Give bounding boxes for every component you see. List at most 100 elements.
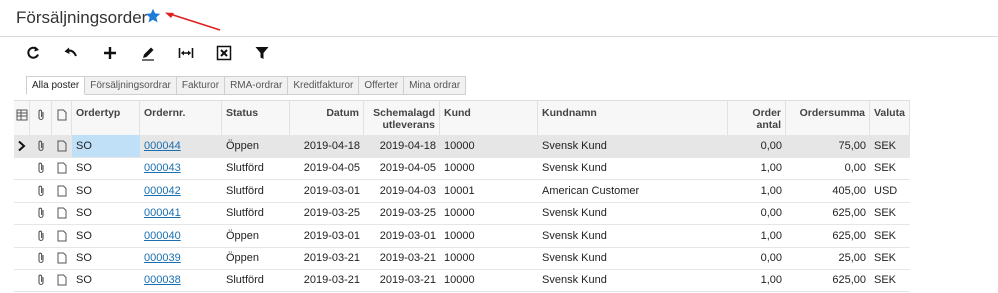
- ordernr-link[interactable]: 000042: [144, 185, 181, 197]
- tab-kreditfakturor[interactable]: Kreditfakturor: [288, 76, 360, 95]
- ordernr-link[interactable]: 000038: [140, 269, 222, 291]
- note-icon[interactable]: [56, 252, 68, 264]
- datum-cell: 2019-03-21: [303, 252, 360, 264]
- status-cell: Öppen: [226, 140, 260, 152]
- paperclip-icon[interactable]: [35, 140, 47, 152]
- ordertyp-cell: SO: [76, 252, 92, 264]
- schemalagd-cell: 2019-03-21: [379, 274, 436, 287]
- ordernr-link[interactable]: 000041: [144, 207, 181, 219]
- fit-columns-button[interactable]: [177, 44, 195, 62]
- add-button[interactable]: [101, 44, 119, 62]
- grid-header: Ordertyp Ordernr. Status Datum Schemalag…: [14, 100, 910, 136]
- note-icon[interactable]: [56, 140, 68, 152]
- ordertyp-cell: SO: [76, 207, 92, 220]
- table-row[interactable]: SO 000044 Öppen 2019-04-18 2019-04-18 10000 Sv…: [14, 135, 910, 158]
- kund-cell: 10000: [444, 162, 475, 175]
- schemalagd-cell: 2019-03-01: [379, 229, 436, 242]
- undo-button[interactable]: [62, 44, 80, 62]
- valuta-cell: SEK: [874, 229, 897, 242]
- column-header-ordertyp[interactable]: Ordertyp: [72, 101, 140, 135]
- column-header-ordernr[interactable]: Ordernr.: [140, 101, 222, 135]
- ordernr-link[interactable]: 000040: [140, 225, 222, 247]
- kund-cell: 10000: [444, 252, 475, 264]
- ordersumma-cell: 0,00: [844, 162, 866, 175]
- schemalagd-line-1: Schemalagd: [373, 107, 435, 119]
- tab-rma-ordrar[interactable]: RMA-ordrar: [225, 76, 289, 95]
- ordernr-link[interactable]: 000040: [144, 230, 181, 242]
- paperclip-icon[interactable]: [35, 252, 47, 264]
- schemalagd-line-2: utleverans: [382, 119, 435, 131]
- table-row[interactable]: SO 000042 Slutförd 2019-03-01 2019-04-03 1000…: [14, 180, 910, 203]
- ordernr-link[interactable]: 000041: [140, 202, 222, 224]
- valuta-cell: SEK: [874, 274, 897, 287]
- kundnamn-cell: Svensk Kund: [542, 140, 607, 152]
- table-row[interactable]: SO 000043 Slutförd 2019-04-05 2019-04-05 1000…: [14, 157, 910, 181]
- tab-offerter[interactable]: Offerter: [359, 76, 405, 95]
- edit-button[interactable]: [139, 44, 157, 62]
- order-antal-cell: 1,00: [760, 162, 782, 175]
- column-header-kund[interactable]: Kund: [440, 101, 538, 135]
- kund-cell: 10000: [444, 229, 475, 242]
- column-header-status[interactable]: Status: [222, 101, 290, 135]
- note-icon[interactable]: [56, 162, 68, 174]
- page-title: Försäljningsorder: [16, 8, 148, 27]
- paperclip-icon[interactable]: [35, 185, 47, 197]
- kundnamn-cell: Svensk Kund: [542, 229, 607, 242]
- ordernr-link[interactable]: 000038: [144, 274, 181, 286]
- paperclip-icon[interactable]: [35, 162, 47, 174]
- attachment-column-header: [30, 101, 52, 135]
- filter-button[interactable]: [253, 44, 271, 62]
- tab-försäljningsordrar[interactable]: Försäljningsordrar: [85, 76, 177, 95]
- ordernr-link[interactable]: 000044: [140, 135, 222, 157]
- export-excel-button[interactable]: [215, 44, 233, 62]
- ordernr-link[interactable]: 000039: [140, 247, 222, 269]
- column-header-order-antal[interactable]: Order antal: [728, 101, 786, 135]
- schemalagd-cell: 2019-03-21: [379, 252, 436, 264]
- valuta-cell: SEK: [874, 140, 897, 152]
- status-cell: Öppen: [226, 252, 260, 264]
- paperclip-icon[interactable]: [35, 230, 47, 242]
- valuta-cell: SEK: [874, 162, 897, 175]
- tab-mina-ordrar[interactable]: Mina ordrar: [404, 76, 467, 95]
- column-header-datum[interactable]: Datum: [290, 101, 364, 135]
- ordernr-link[interactable]: 000044: [144, 140, 181, 152]
- ordernr-link[interactable]: 000042: [140, 180, 222, 202]
- column-settings-icon: [16, 109, 28, 121]
- refresh-button[interactable]: [24, 44, 42, 62]
- datum-cell: 2019-03-01: [303, 184, 360, 197]
- order-antal-cell: 1,00: [760, 229, 782, 242]
- ordersumma-cell: 625,00: [832, 229, 866, 242]
- select-column-header[interactable]: [14, 101, 30, 135]
- favorite-star-icon[interactable]: [145, 8, 161, 24]
- table-row[interactable]: SO 000038 Slutförd 2019-03-21 2019-03-21 1000…: [14, 269, 910, 293]
- valuta-cell: SEK: [874, 207, 897, 220]
- kundnamn-cell: Svensk Kund: [542, 252, 607, 264]
- table-row[interactable]: SO 000039 Öppen 2019-03-21 2019-03-21 10000 Sv…: [14, 247, 910, 270]
- tab-alla-poster[interactable]: Alla poster: [26, 76, 86, 95]
- table-row[interactable]: SO 000040 Öppen 2019-03-01 2019-03-01 10000 Sv…: [14, 225, 910, 248]
- ordersumma-cell: 625,00: [832, 207, 866, 220]
- undo-icon: [64, 47, 77, 57]
- kundnamn-cell: American Customer: [542, 184, 640, 197]
- paperclip-icon[interactable]: [35, 274, 47, 286]
- status-cell: Slutförd: [226, 162, 264, 175]
- schemalagd-cell: 2019-04-03: [379, 184, 436, 197]
- tab-fakturor[interactable]: Fakturor: [176, 76, 226, 95]
- column-header-valuta[interactable]: Valuta: [870, 101, 910, 135]
- table-row[interactable]: SO 000041 Slutförd 2019-03-25 2019-03-25 1000…: [14, 202, 910, 226]
- order-antal-cell: 1,00: [760, 184, 782, 197]
- ordernr-link[interactable]: 000043: [140, 157, 222, 179]
- note-icon[interactable]: [56, 185, 68, 197]
- note-icon[interactable]: [56, 207, 68, 219]
- note-icon[interactable]: [56, 274, 68, 286]
- column-header-schemalagd[interactable]: Schemalagd utleverans: [364, 101, 440, 135]
- ordersumma-cell: 625,00: [832, 274, 866, 287]
- column-header-ordersumma[interactable]: Ordersumma: [786, 101, 870, 135]
- note-icon[interactable]: [56, 230, 68, 242]
- column-header-kundnamn[interactable]: Kundnamn: [538, 101, 728, 135]
- ordernr-link[interactable]: 000043: [144, 162, 181, 174]
- datum-cell: 2019-03-01: [303, 229, 360, 242]
- ordernr-link[interactable]: 000039: [144, 252, 181, 264]
- paperclip-icon[interactable]: [35, 207, 47, 219]
- datum-cell: 2019-03-21: [303, 274, 360, 287]
